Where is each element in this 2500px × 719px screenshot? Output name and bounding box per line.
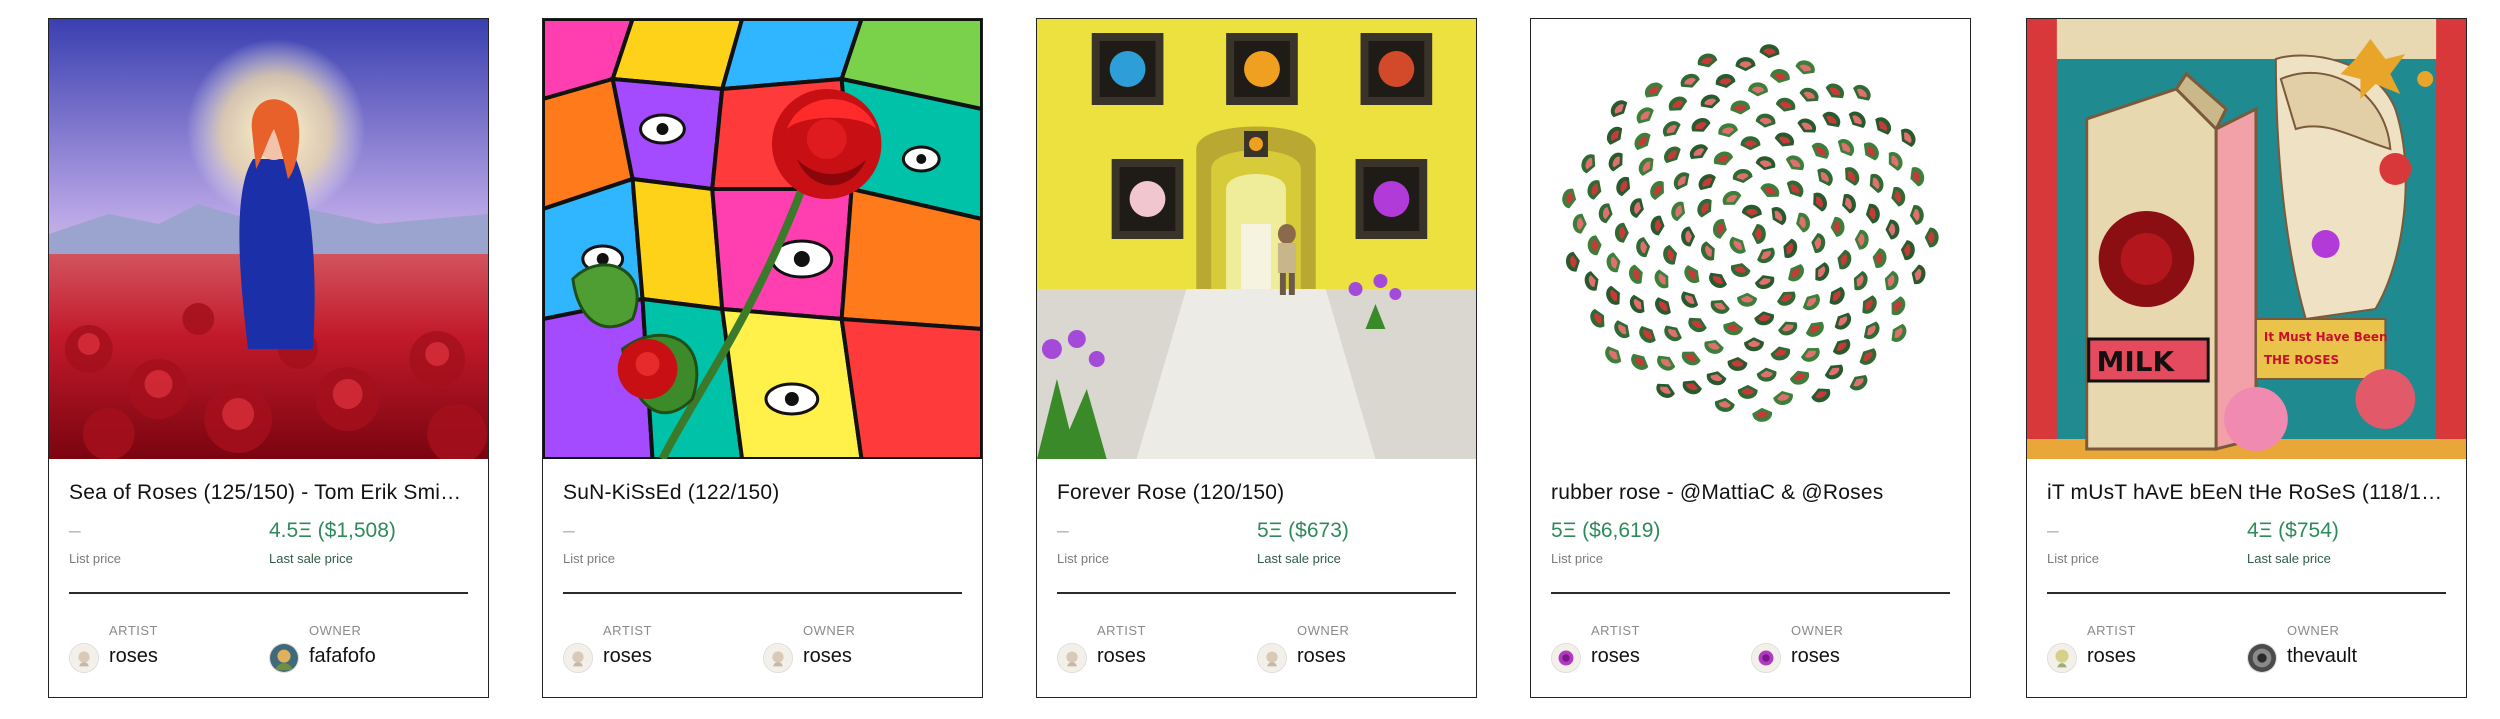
owner-avatar[interactable] (1257, 643, 1287, 673)
svg-text:It Must Have Been: It Must Have Been (2264, 330, 2388, 344)
owner-name[interactable]: roses (803, 645, 852, 668)
artist-label: ARTIST (1097, 623, 1146, 638)
list-price-label: List price (1057, 551, 1110, 566)
artist-label: ARTIST (109, 623, 158, 638)
last-sale-price-value: 5Ξ ($673) (1257, 519, 1349, 542)
list-price: – List price (69, 517, 121, 566)
last-sale-price: 5Ξ ($673) Last sale price (1257, 517, 1349, 566)
artist-avatar[interactable] (1551, 643, 1581, 673)
owner-label: OWNER (2287, 623, 2340, 638)
artwork-image[interactable] (1037, 19, 1476, 459)
list-price: – List price (2047, 517, 2099, 566)
last-sale-price: 4.5Ξ ($1,508) Last sale price (269, 517, 396, 566)
artist-name[interactable]: roses (2087, 645, 2136, 668)
nft-card[interactable]: MILK It Must Have Been THE ROSES iT mUsT… (2026, 18, 2467, 698)
list-price-value: 5Ξ ($6,619) (1551, 519, 1661, 542)
svg-text:MILK: MILK (2097, 345, 2176, 378)
owner-label: OWNER (1791, 623, 1844, 638)
divider (1551, 592, 1950, 594)
owner-avatar[interactable] (763, 643, 793, 673)
list-price: 5Ξ ($6,619) List price (1551, 517, 1660, 566)
last-sale-price-label: Last sale price (269, 551, 353, 566)
card-title[interactable]: rubber rose - @MattiaC & @Roses (1551, 481, 1950, 505)
artist-name[interactable]: roses (109, 645, 158, 668)
list-price-value: – (2047, 519, 2059, 542)
last-sale-price-value: 4.5Ξ ($1,508) (269, 519, 396, 542)
list-price-label: List price (1551, 551, 1604, 566)
nft-card[interactable]: Forever Rose (120/150) – List price 5Ξ (… (1036, 18, 1477, 698)
owner-label: OWNER (1297, 623, 1350, 638)
artist-avatar[interactable] (563, 643, 593, 673)
last-sale-price-value: 4Ξ ($754) (2247, 519, 2339, 542)
owner-avatar[interactable] (1751, 643, 1781, 673)
card-title[interactable]: Sea of Roses (125/150) - Tom Erik Smi… (69, 481, 468, 505)
divider (69, 592, 468, 594)
divider (1057, 592, 1456, 594)
last-sale-price: 4Ξ ($754) Last sale price (2247, 517, 2339, 566)
last-sale-price-label: Last sale price (1257, 551, 1341, 566)
list-price-value: – (69, 519, 81, 542)
list-price-label: List price (563, 551, 616, 566)
artist-label: ARTIST (1591, 623, 1640, 638)
owner-name[interactable]: roses (1791, 645, 1840, 668)
list-price-label: List price (69, 551, 122, 566)
artist-label: ARTIST (2087, 623, 2136, 638)
owner-name[interactable]: fafafofo (309, 645, 376, 668)
artist-name[interactable]: roses (1097, 645, 1146, 668)
owner-avatar[interactable] (269, 643, 299, 673)
card-title[interactable]: iT mUsT hAvE bEeN tHe RoSeS (118/1… (2047, 481, 2446, 505)
list-price: – List price (563, 517, 615, 566)
artist-name[interactable]: roses (1591, 645, 1640, 668)
artist-label: ARTIST (603, 623, 652, 638)
owner-name[interactable]: thevault (2287, 645, 2357, 668)
artwork-image[interactable] (1531, 19, 1970, 459)
list-price-value: – (563, 519, 575, 542)
list-price-value: – (1057, 519, 1069, 542)
svg-text:THE ROSES: THE ROSES (2264, 353, 2339, 367)
divider (2047, 592, 2446, 594)
artwork-image[interactable] (543, 19, 982, 459)
list-price: – List price (1057, 517, 1109, 566)
list-price-label: List price (2047, 551, 2100, 566)
artwork-image[interactable]: MILK It Must Have Been THE ROSES (2027, 19, 2466, 459)
artist-avatar[interactable] (69, 643, 99, 673)
divider (563, 592, 962, 594)
artwork-image[interactable] (49, 19, 488, 459)
artist-avatar[interactable] (2047, 643, 2077, 673)
card-title[interactable]: SuN-KiSsEd (122/150) (563, 481, 962, 505)
nft-card[interactable]: Sea of Roses (125/150) - Tom Erik Smi… –… (48, 18, 489, 698)
artist-name[interactable]: roses (603, 645, 652, 668)
owner-label: OWNER (309, 623, 362, 638)
nft-card[interactable]: SuN-KiSsEd (122/150) – List price ARTIST… (542, 18, 983, 698)
nft-card-grid: Sea of Roses (125/150) - Tom Erik Smi… –… (0, 0, 2500, 719)
owner-name[interactable]: roses (1297, 645, 1346, 668)
last-sale-price-label: Last sale price (2247, 551, 2331, 566)
artist-avatar[interactable] (1057, 643, 1087, 673)
owner-avatar[interactable] (2247, 643, 2277, 673)
card-title[interactable]: Forever Rose (120/150) (1057, 481, 1456, 505)
owner-label: OWNER (803, 623, 856, 638)
nft-card[interactable]: rubber rose - @MattiaC & @Roses 5Ξ ($6,6… (1530, 18, 1971, 698)
